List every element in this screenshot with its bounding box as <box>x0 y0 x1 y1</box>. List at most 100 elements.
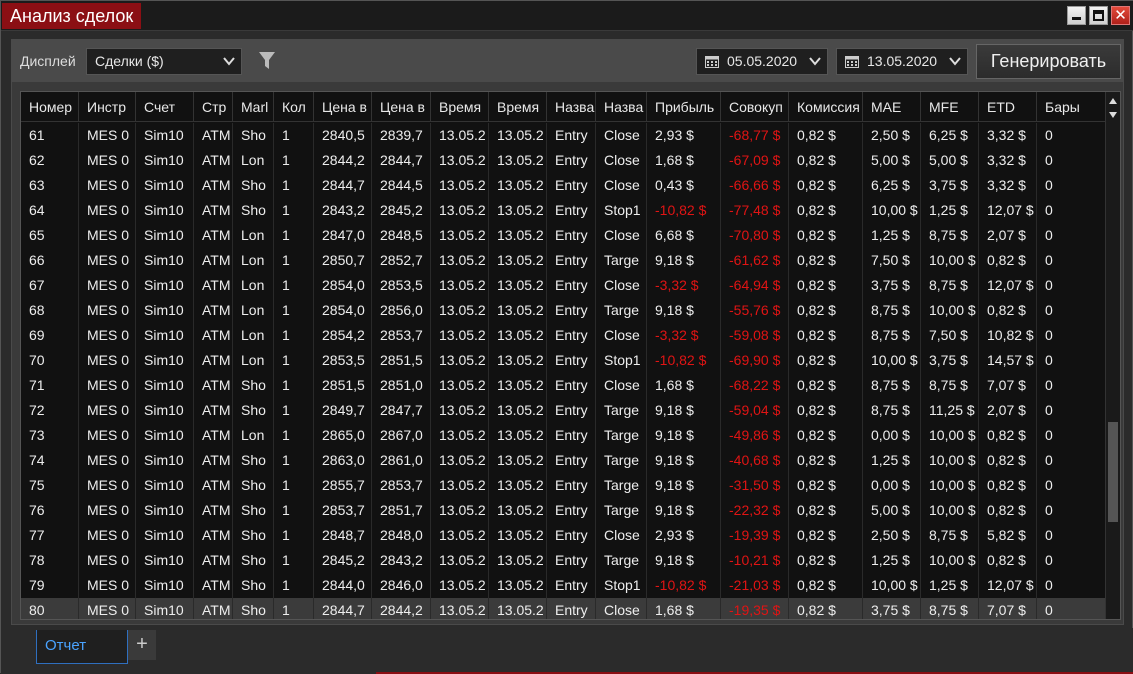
table-row[interactable]: 71 MES 0 Sim10 ATM Sho 1 2851,5 2851,0 13.05.2 13… <box>21 373 1106 398</box>
table-row[interactable]: 72 MES 0 Sim10 ATM Sho 1 2849,7 2847,7 13.05.2 13… <box>21 398 1106 423</box>
cell-account: Sim10 <box>136 548 194 573</box>
table-row[interactable]: 79 MES 0 Sim10 ATM Sho 1 2844,0 2846,0 13.05.2 13… <box>21 573 1106 598</box>
column-header-mae[interactable]: MAE <box>863 92 921 122</box>
cell-market-pos: Sho <box>233 573 274 598</box>
column-header-exit-name[interactable]: Назва <box>596 92 647 122</box>
cell-entry-price: 2851,5 <box>314 373 372 398</box>
column-header-number[interactable]: Номер <box>21 92 79 122</box>
cell-bars: 0 <box>1037 123 1106 148</box>
table-row[interactable]: 80 MES 0 Sim10 ATM Sho 1 2844,7 2844,2 13.05.2 13… <box>21 598 1106 619</box>
tab-report[interactable]: Отчет <box>36 630 128 664</box>
table-row[interactable]: 62 MES 0 Sim10 ATM Lon 1 2844,2 2844,7 13.05.2 13… <box>21 148 1106 173</box>
cell-mae: 3,75 $ <box>863 273 921 298</box>
column-header-profit[interactable]: Прибыль <box>647 92 721 122</box>
cell-number: 80 <box>21 598 79 619</box>
cell-exit-name: Targe <box>596 298 647 323</box>
cell-profit: 9,18 $ <box>647 423 721 448</box>
cell-mae: 8,75 $ <box>863 398 921 423</box>
column-header-exit-time[interactable]: Время <box>489 92 547 122</box>
cell-mae: 10,00 $ <box>863 198 921 223</box>
generate-button[interactable]: Генерировать <box>976 44 1121 79</box>
scroll-up-icon[interactable] <box>1109 98 1117 104</box>
table-row[interactable]: 66 MES 0 Sim10 ATM Lon 1 2850,7 2852,7 13.05.2 13… <box>21 248 1106 273</box>
cell-strategy: ATM <box>194 273 233 298</box>
scroll-thumb[interactable] <box>1108 422 1118 522</box>
vertical-scrollbar[interactable] <box>1105 92 1120 619</box>
cell-qty: 1 <box>274 198 314 223</box>
cell-etd: 0,82 $ <box>979 423 1037 448</box>
grid-rows: 61 MES 0 Sim10 ATM Sho 1 2840,5 2839,7 13.05.2 13… <box>21 123 1106 619</box>
cell-bars: 0 <box>1037 198 1106 223</box>
column-header-exit-price[interactable]: Цена в <box>372 92 431 122</box>
table-row[interactable]: 77 MES 0 Sim10 ATM Sho 1 2848,7 2848,0 13.05.2 13… <box>21 523 1106 548</box>
filter-icon[interactable] <box>258 51 276 71</box>
cell-mae: 8,75 $ <box>863 373 921 398</box>
cell-market-pos: Sho <box>233 198 274 223</box>
title-bar[interactable]: Анализ сделок ✕ <box>1 1 1133 31</box>
cell-mfe: 3,75 $ <box>921 348 979 373</box>
table-row[interactable]: 63 MES 0 Sim10 ATM Sho 1 2844,7 2844,5 13.05.2 13… <box>21 173 1106 198</box>
column-header-commission[interactable]: Комиссия <box>789 92 863 122</box>
column-header-mfe[interactable]: MFE <box>921 92 979 122</box>
cell-cum-profit: -77,48 $ <box>721 198 789 223</box>
cell-entry-price: 2853,5 <box>314 348 372 373</box>
cell-entry-time: 13.05.2 <box>431 498 489 523</box>
column-header-bars[interactable]: Бары <box>1037 92 1106 122</box>
column-header-instrument[interactable]: Инстр <box>79 92 136 122</box>
cell-account: Sim10 <box>136 473 194 498</box>
table-row[interactable]: 75 MES 0 Sim10 ATM Sho 1 2855,7 2853,7 13.05.2 13… <box>21 473 1106 498</box>
cell-market-pos: Lon <box>233 148 274 173</box>
column-header-entry-name[interactable]: Назва <box>547 92 596 122</box>
table-row[interactable]: 61 MES 0 Sim10 ATM Sho 1 2840,5 2839,7 13.05.2 13… <box>21 123 1106 148</box>
minimize-icon[interactable] <box>1067 6 1086 25</box>
table-row[interactable]: 69 MES 0 Sim10 ATM Lon 1 2854,2 2853,7 13.05.2 13… <box>21 323 1106 348</box>
cell-number: 61 <box>21 123 79 148</box>
column-header-cum-profit[interactable]: Совокуп <box>721 92 789 122</box>
column-header-account[interactable]: Счет <box>136 92 194 122</box>
column-header-qty[interactable]: Кол <box>274 92 314 122</box>
table-row[interactable]: 70 MES 0 Sim10 ATM Lon 1 2853,5 2851,5 13.05.2 13… <box>21 348 1106 373</box>
close-icon[interactable]: ✕ <box>1111 6 1130 25</box>
cell-strategy: ATM <box>194 548 233 573</box>
date-from-picker[interactable]: 05.05.2020 <box>696 48 828 75</box>
cell-etd: 5,82 $ <box>979 523 1037 548</box>
cell-exit-name: Close <box>596 123 647 148</box>
column-header-etd[interactable]: ETD <box>979 92 1037 122</box>
cell-strategy: ATM <box>194 573 233 598</box>
cell-bars: 0 <box>1037 448 1106 473</box>
table-row[interactable]: 67 MES 0 Sim10 ATM Lon 1 2854,0 2853,5 13.05.2 13… <box>21 273 1106 298</box>
column-header-entry-time[interactable]: Время <box>431 92 489 122</box>
table-row[interactable]: 76 MES 0 Sim10 ATM Sho 1 2853,7 2851,7 13.05.2 13… <box>21 498 1106 523</box>
cell-cum-profit: -68,22 $ <box>721 373 789 398</box>
cell-exit-time: 13.05.2 <box>489 523 547 548</box>
add-tab-button[interactable]: + <box>128 630 156 660</box>
table-row[interactable]: 74 MES 0 Sim10 ATM Sho 1 2863,0 2861,0 13.05.2 13… <box>21 448 1106 473</box>
cell-mae: 2,50 $ <box>863 523 921 548</box>
cell-entry-time: 13.05.2 <box>431 323 489 348</box>
cell-mae: 2,50 $ <box>863 123 921 148</box>
cell-account: Sim10 <box>136 523 194 548</box>
table-row[interactable]: 64 MES 0 Sim10 ATM Sho 1 2843,2 2845,2 13.05.2 13… <box>21 198 1106 223</box>
cell-number: 70 <box>21 348 79 373</box>
table-row[interactable]: 68 MES 0 Sim10 ATM Lon 1 2854,0 2856,0 13.05.2 13… <box>21 298 1106 323</box>
cell-entry-time: 13.05.2 <box>431 448 489 473</box>
cell-exit-name: Targe <box>596 498 647 523</box>
cell-mae: 1,25 $ <box>863 548 921 573</box>
cell-account: Sim10 <box>136 373 194 398</box>
cell-cum-profit: -10,21 $ <box>721 548 789 573</box>
column-header-market-pos[interactable]: Marl <box>233 92 274 122</box>
cell-account: Sim10 <box>136 148 194 173</box>
cell-instrument: MES 0 <box>79 473 136 498</box>
table-row[interactable]: 78 MES 0 Sim10 ATM Sho 1 2845,2 2843,2 13.05.2 13… <box>21 548 1106 573</box>
display-select[interactable]: Сделки ($) <box>86 48 242 75</box>
cell-commission: 0,82 $ <box>789 598 863 619</box>
cell-number: 62 <box>21 148 79 173</box>
maximize-icon[interactable] <box>1089 6 1108 25</box>
column-header-entry-price[interactable]: Цена в <box>314 92 372 122</box>
scroll-down-icon[interactable] <box>1109 112 1117 118</box>
cell-bars: 0 <box>1037 298 1106 323</box>
date-to-picker[interactable]: 13.05.2020 <box>836 48 968 75</box>
table-row[interactable]: 65 MES 0 Sim10 ATM Lon 1 2847,0 2848,5 13.05.2 13… <box>21 223 1106 248</box>
column-header-strategy[interactable]: Стр <box>194 92 233 122</box>
table-row[interactable]: 73 MES 0 Sim10 ATM Lon 1 2865,0 2867,0 13.05.2 13… <box>21 423 1106 448</box>
